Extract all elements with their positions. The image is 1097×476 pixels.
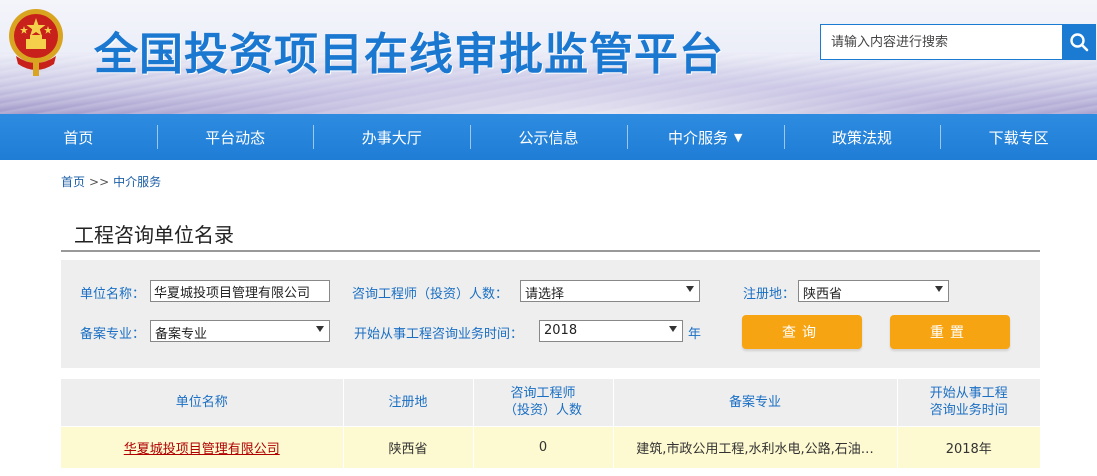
unit-name-link[interactable]: 华夏城投项目管理有限公司 bbox=[124, 442, 280, 457]
dropdown-arrow-icon bbox=[686, 286, 694, 292]
search-input[interactable] bbox=[821, 25, 1064, 59]
nav-item-policies[interactable]: 政策法规 bbox=[783, 114, 941, 160]
results-table: 单位名称 注册地 咨询工程师 （投资）人数 备案专业 开始从事工程 咨询业务时间… bbox=[61, 379, 1040, 468]
breadcrumb-home-link[interactable]: 首页 bbox=[61, 175, 85, 189]
unit-name-input[interactable] bbox=[150, 280, 330, 302]
breadcrumb-separator: >> bbox=[89, 175, 110, 189]
search-button[interactable] bbox=[1062, 25, 1095, 59]
col-header-name: 单位名称 bbox=[61, 379, 344, 426]
caret-down-icon: ▼ bbox=[734, 130, 743, 144]
table-row: 华夏城投项目管理有限公司 陕西省 0 建筑,市政公用工程,水利水电,公路,石油…… bbox=[61, 425, 1040, 468]
col-header-engineers: 咨询工程师 （投资）人数 bbox=[473, 379, 614, 426]
cell-region: 陕西省 bbox=[343, 425, 474, 468]
site-header: 全国投资项目在线审批监管平台 bbox=[0, 0, 1097, 114]
nav-item-intermediary-services[interactable]: 中介服务 ▼ bbox=[626, 114, 784, 160]
site-title: 全国投资项目在线审批监管平台 bbox=[94, 29, 724, 80]
specialty-label: 备案专业： bbox=[80, 327, 146, 342]
reset-button[interactable]: 重置 bbox=[890, 315, 1010, 349]
cell-engineers: 0 bbox=[473, 425, 614, 468]
start-year-label: 开始从事工程咨询业务时间： bbox=[354, 327, 524, 342]
nav-item-home[interactable]: 首页 bbox=[0, 114, 157, 160]
dropdown-arrow-icon bbox=[316, 326, 324, 332]
filter-panel: 单位名称： 咨询工程师（投资）人数： 请选择 注册地： 陕西省 备案专业： 备案… bbox=[61, 260, 1040, 368]
nav-item-downloads[interactable]: 下载专区 bbox=[940, 114, 1097, 160]
breadcrumb-current-link[interactable]: 中介服务 bbox=[113, 175, 161, 189]
cell-start-time: 2018年 bbox=[897, 425, 1040, 468]
dropdown-arrow-icon bbox=[935, 286, 943, 292]
search-box bbox=[820, 24, 1096, 60]
nav-item-platform-news[interactable]: 平台动态 bbox=[156, 114, 314, 160]
table-header-row: 单位名称 注册地 咨询工程师 （投资）人数 备案专业 开始从事工程 咨询业务时间 bbox=[61, 379, 1040, 426]
engineer-count-select[interactable]: 请选择 bbox=[520, 280, 700, 302]
unit-name-label: 单位名称： bbox=[80, 287, 146, 302]
nav-item-public-info[interactable]: 公示信息 bbox=[470, 114, 627, 160]
cell-specialty: 建筑,市政公用工程,水利水电,公路,石油… bbox=[613, 425, 898, 468]
col-header-specialty: 备案专业 bbox=[613, 379, 898, 426]
national-emblem-icon bbox=[9, 9, 63, 76]
year-suffix: 年 bbox=[688, 327, 702, 342]
region-select[interactable]: 陕西省 bbox=[798, 280, 949, 302]
query-button[interactable]: 查询 bbox=[742, 315, 862, 349]
specialty-select[interactable]: 备案专业 bbox=[150, 320, 330, 342]
col-header-region: 注册地 bbox=[343, 379, 474, 426]
page-title: 工程咨询单位名录 bbox=[74, 223, 234, 247]
breadcrumb: 首页 >> 中介服务 bbox=[61, 173, 161, 190]
title-divider bbox=[61, 250, 1040, 252]
nav-item-service-hall[interactable]: 办事大厅 bbox=[313, 114, 470, 160]
search-icon bbox=[1069, 33, 1088, 52]
engineer-count-label: 咨询工程师（投资）人数： bbox=[352, 287, 509, 302]
main-nav: 首页 平台动态 办事大厅 公示信息 中介服务 ▼ 政策法规 下载专区 bbox=[0, 114, 1097, 160]
start-year-select[interactable]: 2018 bbox=[539, 320, 683, 342]
col-header-start-time: 开始从事工程 咨询业务时间 bbox=[897, 379, 1040, 426]
cell-name: 华夏城投项目管理有限公司 bbox=[61, 425, 344, 468]
dropdown-arrow-icon bbox=[669, 326, 677, 332]
region-label: 注册地： bbox=[743, 287, 796, 302]
